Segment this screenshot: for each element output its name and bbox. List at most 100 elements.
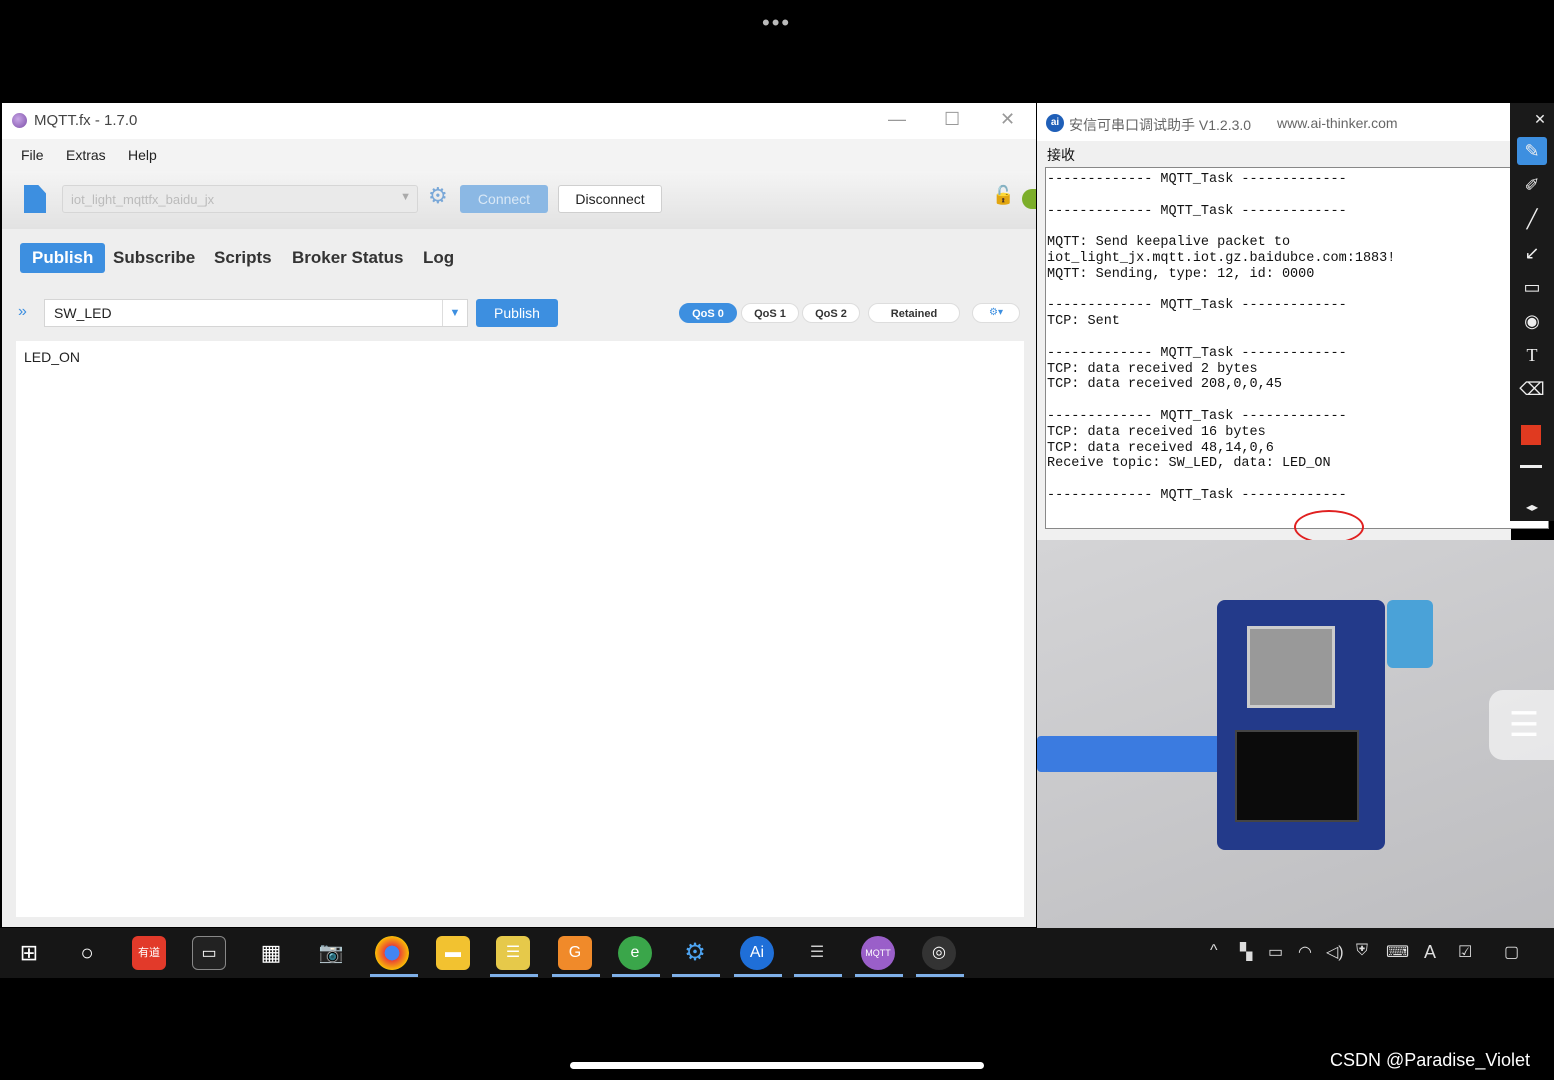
disconnect-button[interactable]: Disconnect xyxy=(558,185,662,213)
log-line: TCP: data received 2 bytes xyxy=(1047,361,1258,377)
marker-icon[interactable]: ✐ xyxy=(1517,171,1547,199)
webcam-app-icon[interactable]: ◎ xyxy=(922,936,956,970)
windows-start-icon[interactable]: ⊞ xyxy=(12,936,46,970)
chrome-icon[interactable] xyxy=(375,936,409,970)
youdao-icon[interactable]: 有道 xyxy=(132,936,166,970)
oled-display xyxy=(1235,730,1359,822)
pen-icon[interactable]: ✎ xyxy=(1517,137,1547,165)
multitask-dots[interactable]: ••• xyxy=(762,10,791,36)
tray-app-icon[interactable]: ▚ xyxy=(1240,942,1252,962)
qos2-button[interactable]: QoS 2 xyxy=(802,303,860,323)
mqttfx-taskbar-icon[interactable]: MQTT xyxy=(861,936,895,970)
pdf-app-icon[interactable]: G xyxy=(558,936,592,970)
log-line: MQTT: Send keepalive packet to xyxy=(1047,235,1291,251)
ai-thinker-taskbar-icon[interactable]: Ai xyxy=(740,936,774,970)
tab-publish[interactable]: Publish xyxy=(20,243,106,273)
collapse-arrows-icon[interactable]: ◂▸ xyxy=(1517,493,1547,521)
connection-toolbar: iot_light_mqttfx_baidu_jx ▼ ⚙ Connect Di… xyxy=(2,171,1036,230)
color-swatch-icon[interactable] xyxy=(1521,425,1541,445)
gear-icon[interactable]: ⚙ xyxy=(428,183,448,209)
wifi-icon[interactable]: ◠ xyxy=(1298,942,1312,962)
terminal-icon[interactable]: ▭ xyxy=(192,936,226,970)
payload-editor[interactable]: LED_ON xyxy=(16,341,1024,917)
running-indicator xyxy=(734,974,782,977)
topic-input[interactable]: SW_LED ▼ xyxy=(44,299,468,327)
connection-status-icon xyxy=(1022,189,1036,209)
dht11-sensor xyxy=(1387,600,1433,668)
volume-icon[interactable]: ◁) xyxy=(1326,942,1344,962)
battery-icon[interactable]: ▭ xyxy=(1268,942,1283,962)
notification-center-icon[interactable]: ▢ xyxy=(1504,942,1519,962)
menu-help[interactable]: Help xyxy=(128,147,157,163)
tab-scripts[interactable]: Scripts xyxy=(214,243,272,273)
log-line: MQTT: Sending, type: 12, id: 0000 xyxy=(1047,266,1315,282)
log-line: ------------- MQTT_Task ------------- xyxy=(1047,298,1347,314)
tray-expand-icon[interactable]: ^ xyxy=(1210,942,1218,960)
maximize-icon[interactable]: ☐ xyxy=(944,109,960,130)
settings-gear-icon[interactable]: ⚙ xyxy=(678,936,712,970)
ai-thinker-logo-icon: ai xyxy=(1046,114,1064,132)
watermark: CSDN @Paradise_Violet xyxy=(1330,1050,1531,1070)
profile-name: iot_light_mqttfx_baidu_jx xyxy=(71,192,215,207)
log-line: Receive topic: SW_LED, data: LED_ON xyxy=(1047,456,1331,472)
window-title: MQTT.fx - 1.7.0 xyxy=(34,112,138,129)
close-icon[interactable]: ✕ xyxy=(1000,109,1015,130)
log-line: ------------- MQTT_Task ------------- xyxy=(1047,172,1347,187)
esp8266-board xyxy=(1217,600,1385,850)
close-icon[interactable]: ✕ xyxy=(1530,105,1550,133)
home-indicator[interactable] xyxy=(570,1062,984,1069)
log-line: TCP: data received 16 bytes xyxy=(1047,424,1266,440)
eraser-icon[interactable]: ⌫ xyxy=(1517,375,1547,403)
qos1-button[interactable]: QoS 1 xyxy=(741,303,799,323)
menu-file[interactable]: File xyxy=(21,147,44,163)
receive-label: 接收 xyxy=(1047,147,1075,163)
line-icon[interactable]: ╱ xyxy=(1517,205,1547,233)
tab-subscribe[interactable]: Subscribe xyxy=(113,243,195,273)
input-method-icon[interactable]: A xyxy=(1424,942,1436,963)
notepad-icon[interactable]: ☰ xyxy=(496,936,530,970)
minimize-icon[interactable]: — xyxy=(888,109,906,130)
file-explorer-icon[interactable]: ▬ xyxy=(436,936,470,970)
serial-titlebar: ai 安信可串口调试助手 V1.2.3.0 www.ai-thinker.com xyxy=(1037,103,1511,141)
list-menu-icon[interactable]: ☰ xyxy=(1489,690,1554,760)
publish-bar: » SW_LED ▼ Publish QoS 0 QoS 1 QoS 2 Ret… xyxy=(2,289,1036,339)
payload-text: LED_ON xyxy=(24,349,81,365)
stroke-width-icon[interactable] xyxy=(1520,465,1542,468)
menu-extras[interactable]: Extras xyxy=(66,147,106,163)
text-icon[interactable]: T xyxy=(1517,341,1547,369)
tab-log[interactable]: Log xyxy=(423,243,454,273)
browser-e-icon[interactable]: e xyxy=(618,936,652,970)
annotation-toolbar: ✕ ✎ ✐ ╱ ↙ ▭ ◉ T ⌫ ◂▸ xyxy=(1510,103,1554,521)
rectangle-icon[interactable]: ▭ xyxy=(1517,273,1547,301)
log-line: ------------- MQTT_Task ------------- xyxy=(1047,488,1347,503)
chevron-down-icon: ▼ xyxy=(400,191,411,203)
profile-select[interactable]: iot_light_mqttfx_baidu_jx ▼ xyxy=(62,185,418,213)
esp-module xyxy=(1247,626,1335,708)
options-gear-icon[interactable]: ⚙▾ xyxy=(972,303,1020,323)
tab-broker-status[interactable]: Broker Status xyxy=(292,243,403,273)
qos0-button[interactable]: QoS 0 xyxy=(679,303,737,323)
cortana-icon[interactable]: ○ xyxy=(70,936,104,970)
edit-profile-icon[interactable] xyxy=(24,185,46,213)
retained-button[interactable]: Retained xyxy=(868,303,960,323)
mqttfx-titlebar: MQTT.fx - 1.7.0 — ☐ ✕ xyxy=(2,103,1036,139)
eclipse-icon[interactable]: ☰ xyxy=(800,936,834,970)
running-indicator xyxy=(552,974,600,977)
keyboard-icon[interactable]: ⌨ xyxy=(1386,942,1409,962)
payload-area: LED_ON xyxy=(2,339,1036,927)
mqttfx-window: MQTT.fx - 1.7.0 — ☐ ✕ File Extras Help i… xyxy=(2,103,1036,927)
calculator-icon[interactable]: ▦ xyxy=(254,936,288,970)
connect-button[interactable]: Connect xyxy=(460,185,548,213)
expand-chevron-icon[interactable]: » xyxy=(18,303,27,321)
arrow-icon[interactable]: ↙ xyxy=(1517,239,1547,267)
topic-dropdown-icon[interactable]: ▼ xyxy=(442,300,467,326)
mqttfx-logo-icon xyxy=(12,113,27,128)
camera-icon[interactable]: 📷 xyxy=(314,936,348,970)
checkbox-tray-icon[interactable]: ☑ xyxy=(1458,942,1472,962)
red-annotation-circle xyxy=(1294,510,1364,544)
palette-icon[interactable]: ◉ xyxy=(1517,307,1547,335)
security-shield-icon[interactable]: ⛨ xyxy=(1356,942,1368,960)
publish-button[interactable]: Publish xyxy=(476,299,558,327)
log-line: ------------- MQTT_Task ------------- xyxy=(1047,345,1347,361)
receive-textbox[interactable]: ------------- MQTT_Task ------------- ---… xyxy=(1045,167,1549,544)
